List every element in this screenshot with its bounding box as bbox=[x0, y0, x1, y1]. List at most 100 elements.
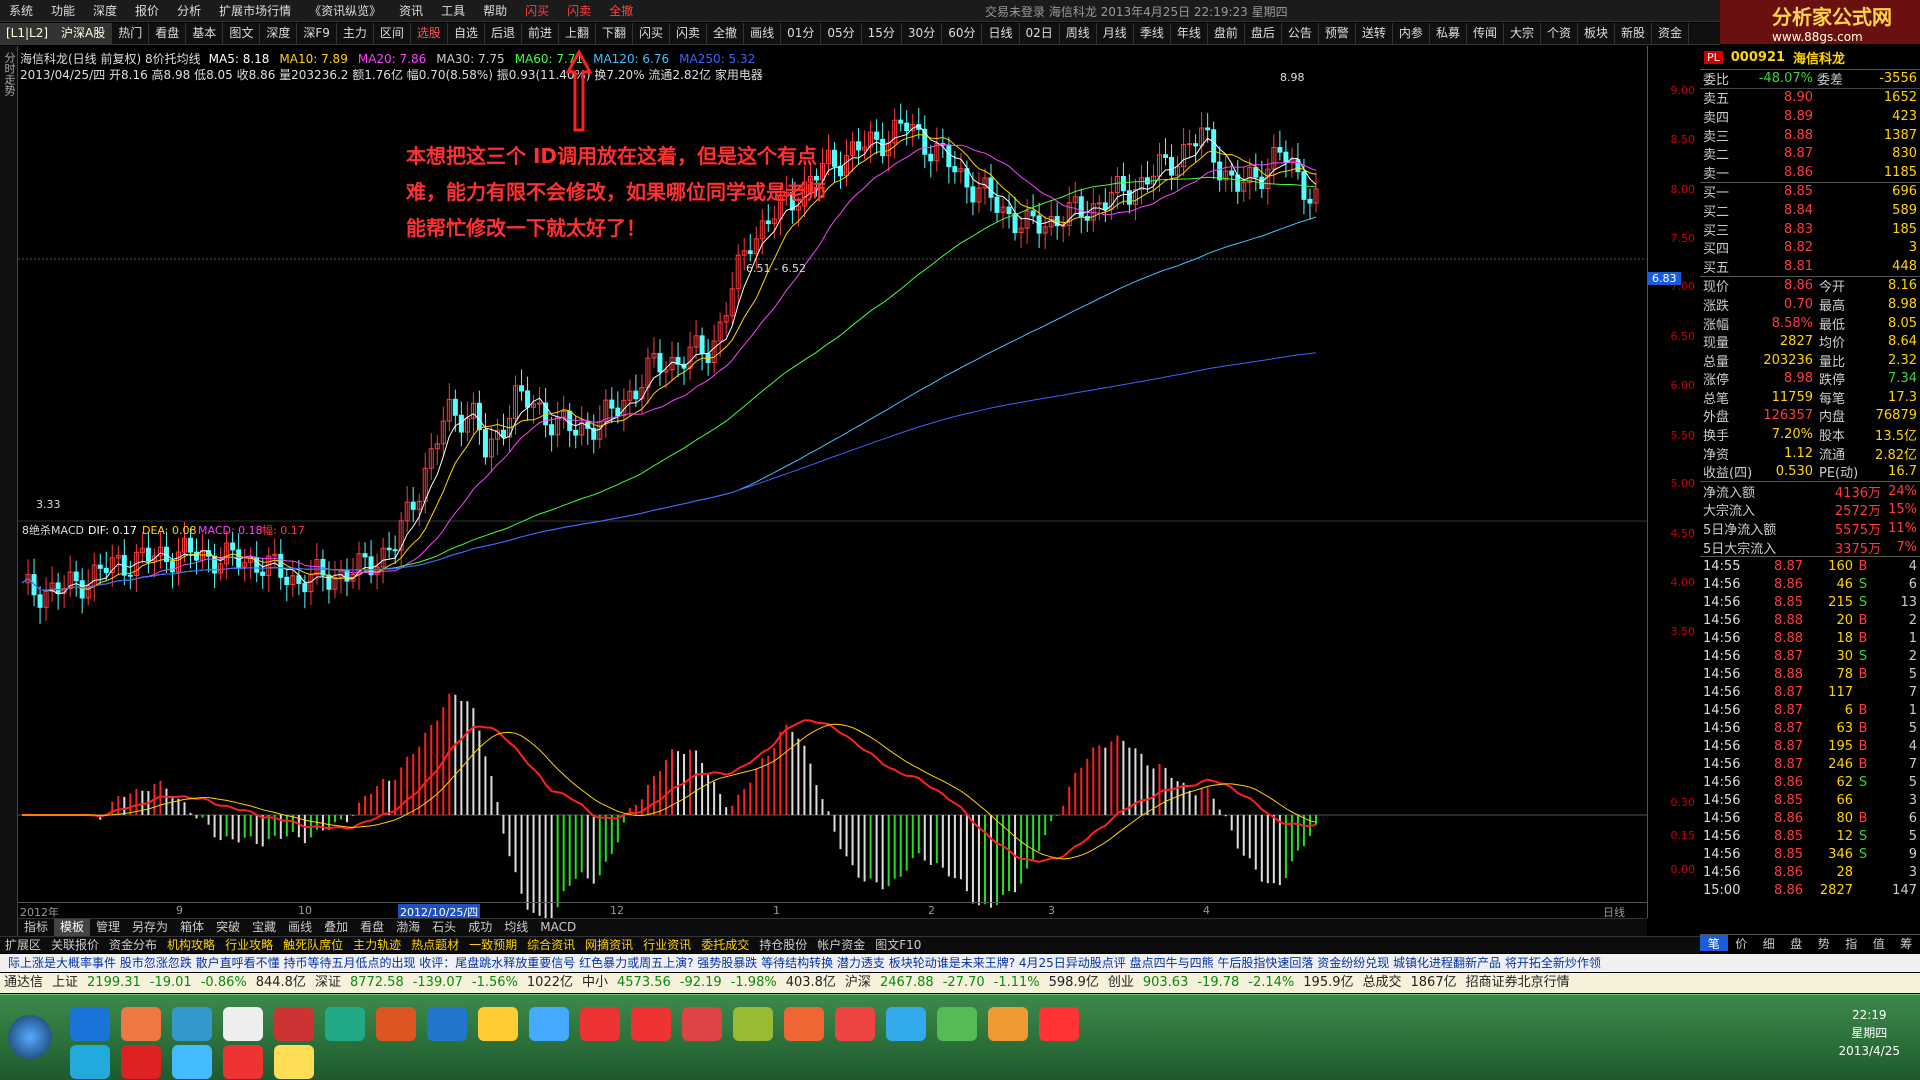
menu-item-1[interactable]: 功能 bbox=[42, 2, 84, 19]
toolbar-btn-42[interactable]: 新股 bbox=[1615, 23, 1653, 44]
taskbar-app-icon[interactable] bbox=[529, 1007, 569, 1041]
menu-item-8[interactable]: 工具 bbox=[432, 2, 474, 19]
menu-item-0[interactable]: 系统 bbox=[0, 2, 42, 19]
taskbar-app-icon[interactable] bbox=[835, 1007, 875, 1041]
toolbar-btn-18[interactable]: 全撤 bbox=[707, 23, 745, 44]
indicator-tab-13[interactable]: 均线 bbox=[498, 919, 534, 936]
ext-tab-13[interactable]: 持仓股份 bbox=[754, 937, 812, 953]
taskbar-app-icon[interactable] bbox=[121, 1045, 161, 1079]
ext-tab-2[interactable]: 资金分布 bbox=[104, 937, 162, 953]
menu-item-9[interactable]: 帮助 bbox=[474, 2, 516, 19]
indicator-tab-2[interactable]: 管理 bbox=[90, 919, 126, 936]
ext-tab-5[interactable]: 触死队席位 bbox=[278, 937, 348, 953]
panel-tab-6[interactable]: 值 bbox=[1865, 935, 1893, 951]
toolbar-btn-17[interactable]: 闪卖 bbox=[670, 23, 708, 44]
menu-red-2[interactable]: 全撤 bbox=[600, 2, 642, 19]
indicator-tab-1[interactable]: 模板 bbox=[54, 919, 91, 936]
toolbar-btn-25[interactable]: 日线 bbox=[982, 23, 1020, 44]
indicator-tab-10[interactable]: 渤海 bbox=[390, 919, 426, 936]
taskbar-app-icon[interactable] bbox=[427, 1007, 467, 1041]
toolbar-btn-24[interactable]: 60分 bbox=[942, 23, 983, 44]
toolbar-btn-9[interactable]: 区间 bbox=[374, 23, 411, 44]
toolbar-btn-34[interactable]: 预警 bbox=[1319, 23, 1356, 44]
indicator-tab-8[interactable]: 叠加 bbox=[318, 919, 354, 936]
taskbar-app-icon[interactable] bbox=[631, 1007, 671, 1041]
indicator-tab-3[interactable]: 另存为 bbox=[126, 919, 174, 936]
ext-tab-15[interactable]: 图文F10 bbox=[870, 937, 926, 953]
toolbar-btn-19[interactable]: 画线 bbox=[744, 23, 782, 44]
ext-tab-4[interactable]: 行业攻略 bbox=[220, 937, 278, 953]
taskbar-app-icon[interactable] bbox=[784, 1007, 824, 1041]
toolbar-btn-3[interactable]: 看盘 bbox=[149, 23, 187, 44]
toolbar-btn-16[interactable]: 闪买 bbox=[633, 23, 671, 44]
taskbar-app-icon[interactable] bbox=[988, 1007, 1028, 1041]
toolbar-btn-6[interactable]: 深度 bbox=[260, 23, 298, 44]
toolbar-btn-30[interactable]: 年线 bbox=[1171, 23, 1208, 44]
taskbar-app-icon[interactable] bbox=[70, 1007, 110, 1041]
panel-tab-1[interactable]: 价 bbox=[1728, 935, 1756, 951]
ext-tab-0[interactable]: 扩展区 bbox=[0, 937, 46, 953]
taskbar-app-icon[interactable] bbox=[172, 1007, 212, 1041]
panel-tab-2[interactable]: 细 bbox=[1755, 935, 1783, 951]
sell-level[interactable]: 卖二 8.87 830 bbox=[1700, 144, 1920, 163]
toolbar-btn-23[interactable]: 30分 bbox=[902, 23, 943, 44]
taskbar-app-icon[interactable] bbox=[223, 1045, 263, 1079]
taskbar-app-icon[interactable] bbox=[121, 1007, 161, 1041]
indicator-tab-9[interactable]: 看盘 bbox=[354, 919, 390, 936]
menu-item-5[interactable]: 扩展市场行情 bbox=[210, 2, 300, 19]
ext-tab-14[interactable]: 帐户资金 bbox=[812, 937, 870, 953]
toolbar-btn-39[interactable]: 大宗 bbox=[1504, 23, 1541, 44]
toolbar-btn-38[interactable]: 传闻 bbox=[1467, 23, 1504, 44]
taskbar-app-icon[interactable] bbox=[223, 1007, 263, 1041]
toolbar-btn-40[interactable]: 个资 bbox=[1541, 23, 1578, 44]
menu-item-6[interactable]: 《资讯纵览》 bbox=[300, 2, 390, 19]
sell-level[interactable]: 卖一 8.86 1185 bbox=[1700, 163, 1920, 182]
toolbar-btn-7[interactable]: 深F9 bbox=[297, 23, 337, 44]
start-orb[interactable] bbox=[8, 1015, 52, 1059]
ext-tab-12[interactable]: 委托成交 bbox=[696, 937, 754, 953]
toolbar-btn-1[interactable]: 沪深A股 bbox=[55, 23, 113, 44]
left-nav-0[interactable]: 分时走势 bbox=[1, 52, 17, 938]
toolbar-btn-14[interactable]: 上翻 bbox=[559, 23, 596, 44]
panel-tab-4[interactable]: 势 bbox=[1810, 935, 1838, 951]
toolbar-btn-36[interactable]: 内参 bbox=[1393, 23, 1430, 44]
toolbar-btn-28[interactable]: 月线 bbox=[1097, 23, 1134, 44]
toolbar-btn-12[interactable]: 后退 bbox=[485, 23, 522, 44]
ext-tab-8[interactable]: 一致预期 bbox=[464, 937, 522, 953]
toolbar-btn-15[interactable]: 下翻 bbox=[596, 23, 634, 44]
taskbar-app-icon[interactable] bbox=[580, 1007, 620, 1041]
indicator-tab-14[interactable]: MACD bbox=[534, 919, 582, 936]
taskbar-app-icon[interactable] bbox=[172, 1045, 212, 1079]
sell-level[interactable]: 卖五 8.90 1652 bbox=[1700, 89, 1920, 107]
indicator-tab-0[interactable]: 指标 bbox=[18, 919, 54, 936]
toolbar-btn-21[interactable]: 05分 bbox=[821, 23, 862, 44]
taskbar-app-icon[interactable] bbox=[886, 1007, 926, 1041]
toolbar-btn-35[interactable]: 送转 bbox=[1356, 23, 1393, 44]
taskbar-app-icon[interactable] bbox=[937, 1007, 977, 1041]
toolbar-btn-22[interactable]: 15分 bbox=[862, 23, 902, 44]
menu-item-3[interactable]: 报价 bbox=[126, 2, 168, 19]
toolbar-btn-37[interactable]: 私募 bbox=[1430, 23, 1467, 44]
ext-tab-7[interactable]: 热点题材 bbox=[406, 937, 464, 953]
buy-level[interactable]: 买二 8.84 589 bbox=[1700, 201, 1920, 220]
toolbar-btn-33[interactable]: 公告 bbox=[1282, 23, 1319, 44]
toolbar-btn-2[interactable]: 热门 bbox=[112, 23, 150, 44]
taskbar-app-icon[interactable] bbox=[733, 1007, 773, 1041]
left-nav-1[interactable]: 技术分析 bbox=[0, 52, 1, 938]
toolbar-btn-29[interactable]: 季线 bbox=[1134, 23, 1171, 44]
ext-tab-6[interactable]: 主力轨迹 bbox=[348, 937, 406, 953]
toolbar-btn-4[interactable]: 基本 bbox=[186, 23, 224, 44]
panel-tab-5[interactable]: 指 bbox=[1838, 935, 1866, 951]
indicator-tab-4[interactable]: 箱体 bbox=[174, 919, 210, 936]
kline-chart[interactable]: 8.98 6.51 - 6.52 3.33 8绝杀MACD DIF: 0.17 DEA: … bbox=[18, 46, 1647, 918]
taskbar-app-icon[interactable] bbox=[274, 1007, 314, 1041]
indicator-tab-11[interactable]: 石头 bbox=[426, 919, 462, 936]
toolbar-btn-8[interactable]: 主力 bbox=[337, 23, 374, 44]
ext-tab-10[interactable]: 网摘资讯 bbox=[580, 937, 638, 953]
toolbar-btn-32[interactable]: 盘后 bbox=[1245, 23, 1282, 44]
taskbar-app-icon[interactable] bbox=[325, 1007, 365, 1041]
buy-level[interactable]: 买一 8.85 696 bbox=[1700, 183, 1920, 201]
taskbar-app-icon[interactable] bbox=[376, 1007, 416, 1041]
toolbar-btn-26[interactable]: 02日 bbox=[1020, 23, 1060, 44]
ext-tab-11[interactable]: 行业资讯 bbox=[638, 937, 696, 953]
